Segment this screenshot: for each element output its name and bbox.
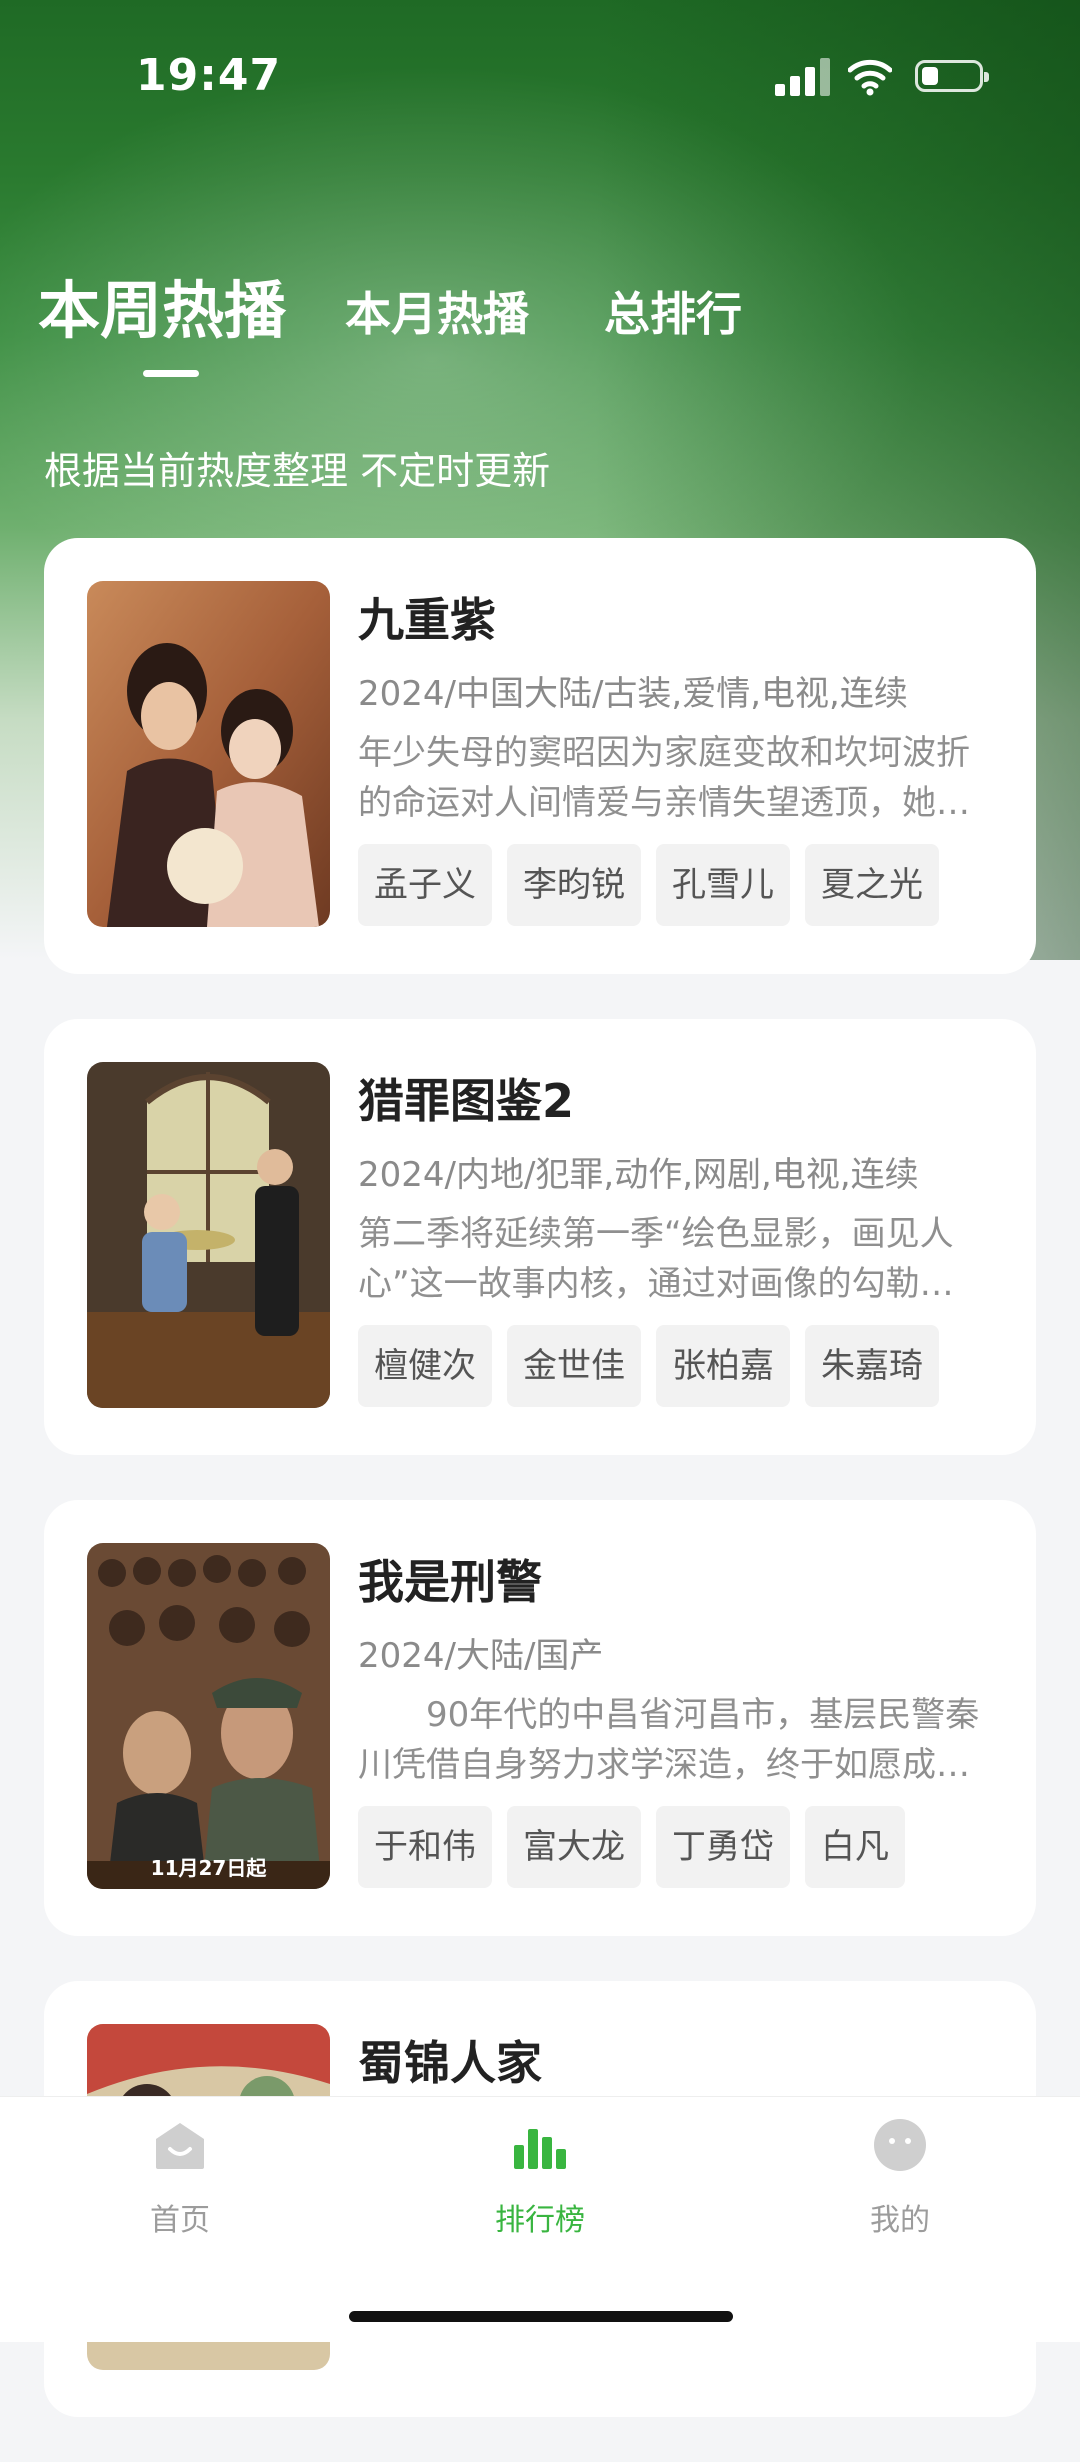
bottom-navigation: 首页 排行榜 我的 — [0, 2096, 1080, 2342]
show-poster — [87, 581, 330, 927]
show-meta: 2024/中国大陆/古装,爱情,电视,连续 — [358, 674, 908, 714]
nav-ranking[interactable]: 排行榜 — [440, 2117, 640, 2239]
nav-ranking-label: 排行榜 — [495, 2203, 585, 2238]
ranking-subtitle: 根据当前热度整理 不定时更新 — [44, 449, 551, 493]
tab-overall[interactable]: 总排行 — [604, 278, 742, 344]
show-meta: 2024/大陆/国产 — [358, 1636, 604, 1676]
poster-release-date: 11月27日起 — [150, 1856, 267, 1880]
show-description: 第二季将延续第一季“绘色显影，画见人心”这一故事内核，通过对画像的勾勒… — [358, 1214, 954, 1304]
show-title: 九重紫 — [358, 593, 496, 647]
home-icon — [156, 2123, 204, 2169]
cast-tag[interactable]: 朱嘉琦 — [805, 1325, 939, 1407]
list-item[interactable]: 猎罪图鉴2 2024/内地/犯罪,动作,网剧,电视,连续 第二季将延续第一季“绘… — [44, 1019, 1036, 1455]
show-poster — [87, 1062, 330, 1408]
cast-tag[interactable]: 夏之光 — [805, 844, 939, 926]
cast-tag[interactable]: 于和伟 — [358, 1806, 492, 1888]
tab-weekly[interactable]: 本周热播 — [38, 260, 286, 350]
nav-home-label: 首页 — [150, 2203, 210, 2238]
tab-monthly[interactable]: 本月热播 — [345, 278, 529, 344]
show-poster: 11月27日起 — [87, 1543, 330, 1889]
show-title: 蜀锦人家 — [358, 2036, 542, 2090]
cast-tag[interactable]: 孟子义 — [358, 844, 492, 926]
show-description: 90年代的中昌省河昌市，基层民警秦川凭借自身努力求学深造，终于如愿成… — [358, 1695, 980, 1785]
cast-tag[interactable]: 檀健次 — [358, 1325, 492, 1407]
nav-profile[interactable]: 我的 — [800, 2117, 1000, 2239]
wifi-icon — [848, 59, 892, 96]
show-meta: 2024/内地/犯罪,动作,网剧,电视,连续 — [358, 1155, 919, 1195]
cast-tag[interactable]: 金世佳 — [507, 1325, 641, 1407]
show-description: 年少失母的窦昭因为家庭变故和坎坷波折的命运对人间情爱与亲情失望透顶，她… — [358, 733, 970, 823]
cast-tag[interactable]: 丁勇岱 — [656, 1806, 790, 1888]
cast-tags: 孟子义 李昀锐 孔雪儿 夏之光 — [358, 844, 939, 926]
nav-home[interactable]: 首页 — [80, 2117, 280, 2239]
show-title: 猎罪图鉴2 — [358, 1074, 575, 1128]
ranking-icon — [514, 2129, 566, 2169]
cast-tags: 檀健次 金世佳 张柏嘉 朱嘉琦 — [358, 1325, 939, 1407]
nav-profile-label: 我的 — [870, 2203, 930, 2238]
cast-tag[interactable]: 富大龙 — [507, 1806, 641, 1888]
list-item[interactable]: 11月27日起 我是刑警 2024/大陆/国产 90年代的中昌省河昌市，基层民警… — [44, 1500, 1036, 1936]
cast-tag[interactable]: 白凡 — [805, 1806, 905, 1888]
list-item[interactable]: 九重紫 2024/中国大陆/古装,爱情,电视,连续 年少失母的窦昭因为家庭变故和… — [44, 538, 1036, 974]
status-time: 19:47 — [136, 50, 282, 101]
show-title: 我是刑警 — [358, 1555, 542, 1609]
cast-tag[interactable]: 张柏嘉 — [656, 1325, 790, 1407]
battery-icon — [915, 60, 989, 92]
ranking-tabs: 本周热播 本月热播 总排行 — [0, 260, 1080, 380]
signal-icon — [775, 58, 831, 96]
home-indicator — [349, 2311, 733, 2322]
active-tab-indicator — [143, 370, 199, 377]
cast-tags: 于和伟 富大龙 丁勇岱 白凡 — [358, 1806, 905, 1888]
status-bar: 19:47 — [0, 0, 1080, 140]
profile-icon — [874, 2119, 926, 2171]
cast-tag[interactable]: 孔雪儿 — [656, 844, 790, 926]
cast-tag[interactable]: 李昀锐 — [507, 844, 641, 926]
